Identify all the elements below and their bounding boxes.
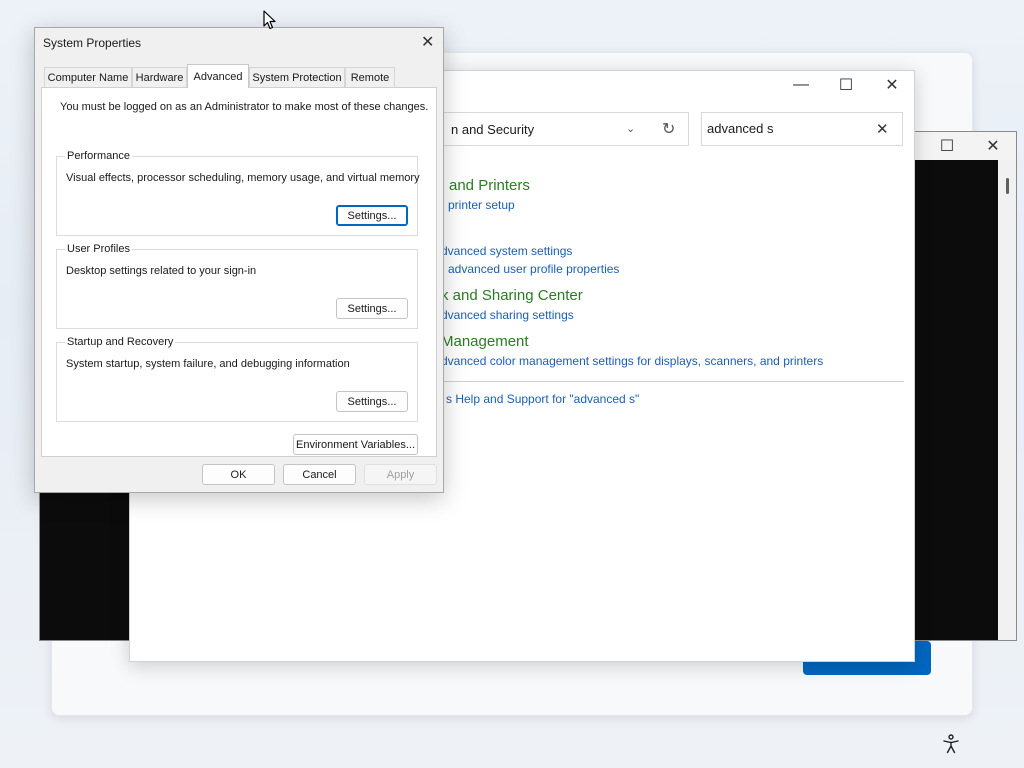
close-icon[interactable]: ✕: [869, 71, 915, 99]
clear-icon[interactable]: ✕: [876, 120, 889, 138]
startup-recovery-group: Startup and Recovery System startup, sys…: [56, 336, 418, 422]
refresh-icon[interactable]: ↻: [662, 119, 675, 139]
tab-computer-name[interactable]: Computer Name: [44, 67, 132, 87]
group-title: Performance: [65, 150, 132, 162]
advanced-tab-panel: You must be logged on as an Administrato…: [41, 87, 437, 457]
scroll-thumb[interactable]: [1006, 178, 1009, 194]
apply-button[interactable]: Apply: [364, 464, 437, 485]
environment-variables-button[interactable]: Environment Variables...: [293, 434, 418, 455]
minimize-icon[interactable]: —: [778, 71, 824, 99]
search-input[interactable]: [707, 121, 867, 136]
performance-settings-button[interactable]: Settings...: [336, 205, 408, 226]
result-link-advanced-system[interactable]: dvanced system settings: [441, 244, 572, 258]
tab-hardware[interactable]: Hardware: [132, 67, 187, 87]
divider: [440, 381, 904, 382]
group-title: Startup and Recovery: [65, 336, 176, 348]
search-box[interactable]: ✕: [701, 112, 903, 146]
chevron-down-icon[interactable]: ⌄: [626, 122, 635, 135]
mouse-cursor-icon: [263, 10, 276, 30]
user-profiles-group: User Profiles Desktop settings related t…: [56, 243, 418, 329]
result-link-printer-setup[interactable]: printer setup: [448, 198, 515, 212]
group-title: User Profiles: [65, 243, 132, 255]
maximize-icon[interactable]: ☐: [924, 132, 970, 160]
address-text: n and Security: [451, 122, 535, 137]
maximize-icon[interactable]: ☐: [823, 71, 869, 99]
tab-system-protection[interactable]: System Protection: [249, 67, 345, 87]
help-support-link[interactable]: s Help and Support for "advanced s": [446, 392, 639, 406]
admin-note: You must be logged on as an Administrato…: [60, 101, 429, 113]
ok-button[interactable]: OK: [202, 464, 275, 485]
startup-recovery-settings-button[interactable]: Settings...: [336, 391, 408, 412]
group-description: System startup, system failure, and debu…: [66, 358, 350, 370]
tab-advanced[interactable]: Advanced: [187, 64, 249, 88]
tab-remote[interactable]: Remote: [345, 67, 395, 87]
result-heading-color-management[interactable]: Management: [441, 333, 529, 350]
result-link-user-profile[interactable]: advanced user profile properties: [448, 262, 619, 276]
user-profiles-settings-button[interactable]: Settings...: [336, 298, 408, 319]
cancel-button[interactable]: Cancel: [283, 464, 356, 485]
performance-group: Performance Visual effects, processor sc…: [56, 150, 420, 236]
result-link-sharing[interactable]: dvanced sharing settings: [441, 308, 574, 322]
group-description: Visual effects, processor scheduling, me…: [66, 172, 420, 184]
result-heading-printers[interactable]: and Printers: [449, 177, 530, 194]
close-icon[interactable]: ✕: [970, 132, 1016, 160]
console-scrollbar[interactable]: [998, 160, 1016, 640]
group-description: Desktop settings related to your sign-in: [66, 265, 257, 277]
accessibility-icon[interactable]: [942, 734, 960, 759]
result-heading-network[interactable]: k and Sharing Center: [441, 287, 583, 304]
system-properties-dialog: System Properties ✕ Computer Name Hardwa…: [34, 27, 444, 493]
dialog-title: System Properties: [43, 36, 142, 50]
close-icon[interactable]: ✕: [421, 32, 434, 52]
result-link-color-management[interactable]: dvanced color management settings for di…: [441, 354, 823, 368]
